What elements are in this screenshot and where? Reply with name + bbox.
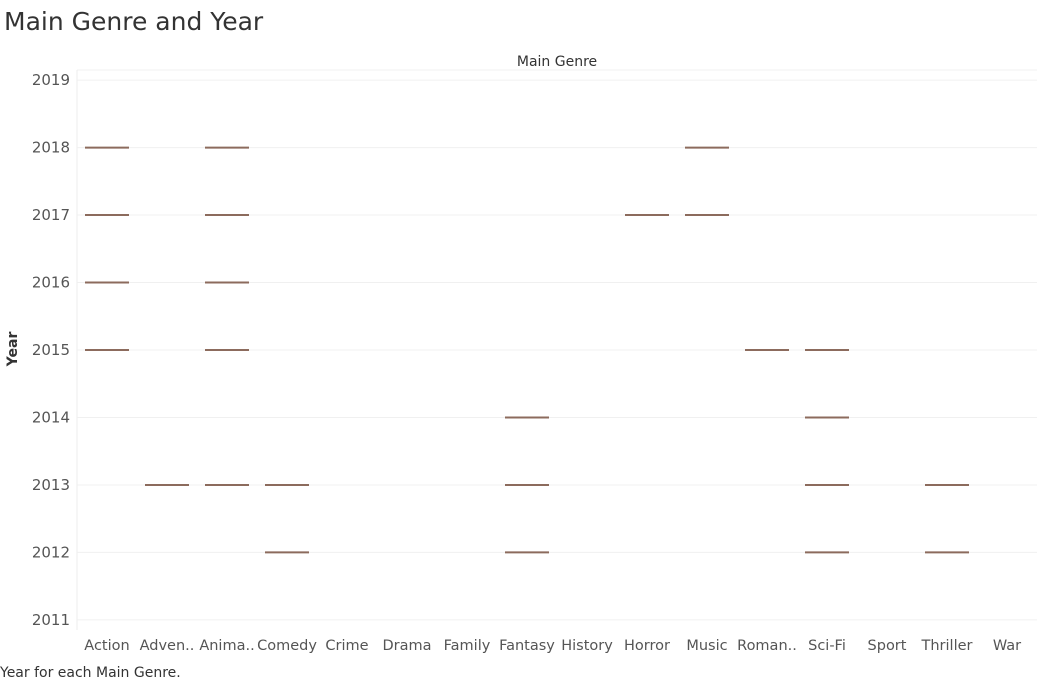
y-axis-title: Year (5, 332, 21, 368)
y-tick-label: 2015 (32, 341, 70, 359)
x-tick-label: Horror (624, 638, 670, 654)
x-tick-label: Sport (868, 638, 907, 654)
x-tick-label: Thriller (921, 638, 973, 654)
x-tick-label: Action (84, 638, 129, 654)
y-tick-label: 2016 (32, 274, 70, 292)
y-tick-label: 2014 (32, 408, 70, 426)
y-tick-label: 2018 (32, 139, 70, 157)
x-axis-title: Main Genre (517, 54, 597, 70)
y-tick-label: 2013 (32, 476, 70, 494)
y-tick-label: 2011 (32, 611, 70, 629)
x-tick-label: Music (686, 638, 727, 654)
y-tick-label: 2012 (32, 543, 70, 561)
x-tick-label: Anima.. (199, 638, 254, 654)
y-tick-label: 2019 (32, 71, 70, 89)
x-tick-label: Sci-Fi (808, 638, 846, 654)
y-axis-ticks: 2011 2012 2013 2014 2015 2016 2017 2018 2019 (32, 71, 70, 629)
x-tick-label: History (561, 638, 613, 654)
x-tick-label: War (993, 638, 1021, 654)
x-tick-label: Drama (382, 638, 431, 654)
y-tick-label: 2017 (32, 206, 70, 224)
x-axis-ticks: Action Adven.. Anima.. Comedy Crime Drama Fami… (84, 638, 1021, 654)
x-tick-label: Adven.. (140, 638, 195, 654)
x-tick-label: Family (444, 638, 491, 654)
chart-area: Main Genre Year 2011 2012 2013 2014 2015 2016… (5, 54, 1037, 654)
x-tick-label: Fantasy (499, 638, 555, 654)
chart-caption: Year for each Main Genre. (0, 665, 181, 681)
x-tick-label: Roman.. (737, 638, 797, 654)
x-tick-label: Crime (325, 638, 368, 654)
x-tick-label: Comedy (257, 638, 317, 654)
